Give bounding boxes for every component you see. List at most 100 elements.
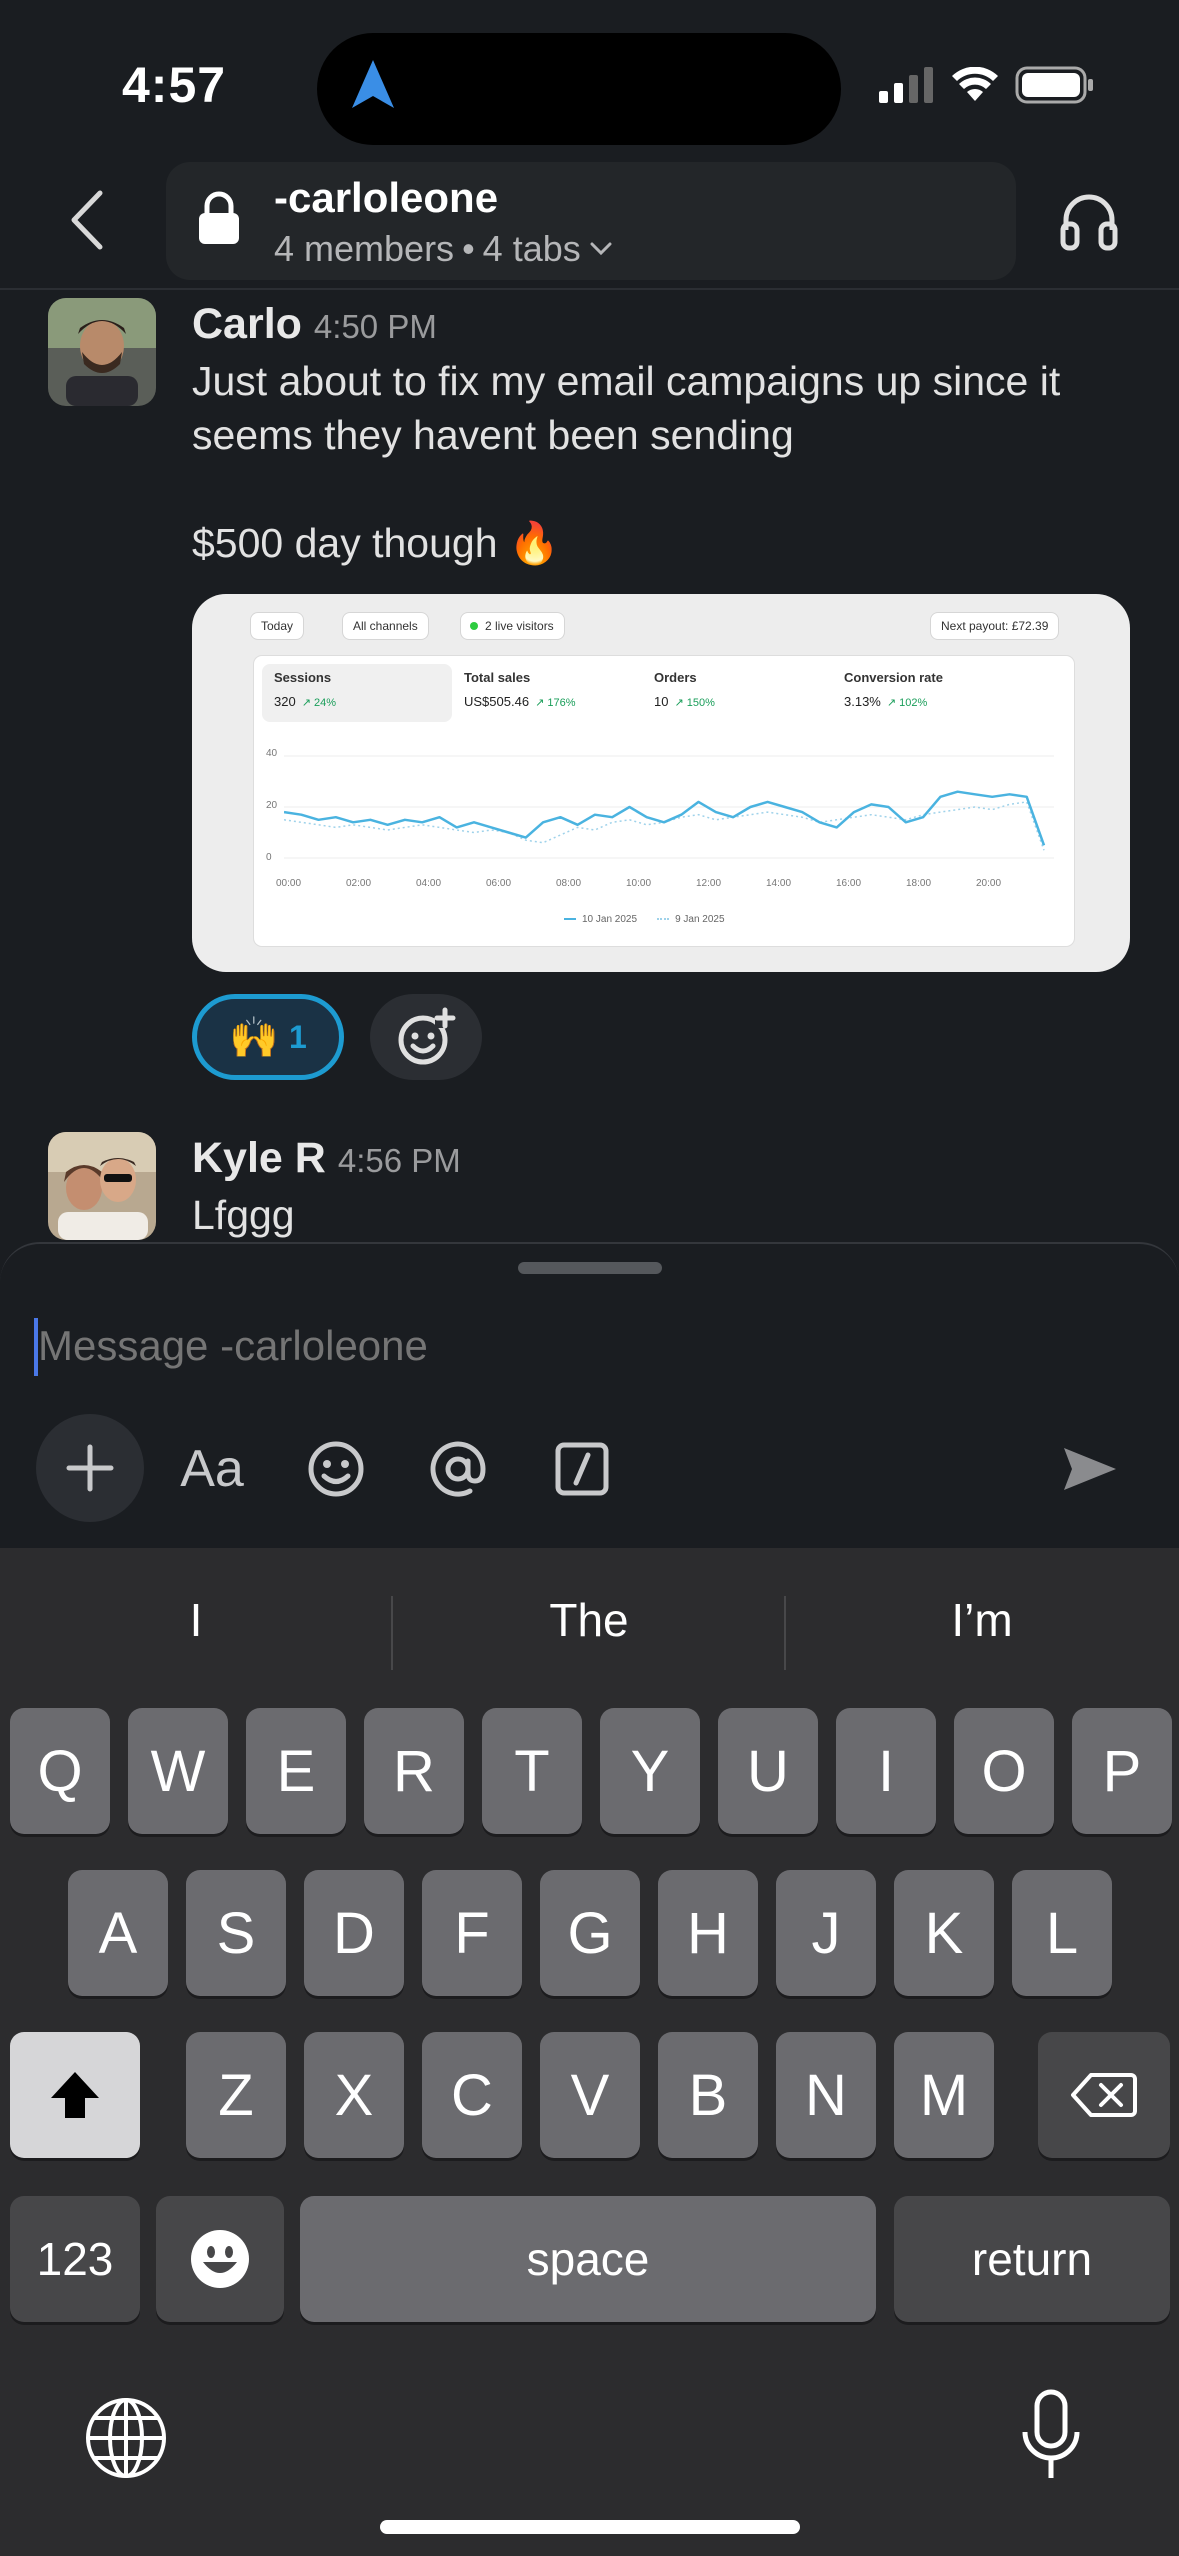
format-text-button[interactable]: Aa [170, 1414, 254, 1524]
metric-number: 320 [274, 694, 296, 709]
reaction-count: 1 [289, 1018, 307, 1055]
return-key[interactable]: return [894, 2196, 1170, 2322]
x-tick: 06:00 [486, 878, 512, 889]
backspace-icon [1071, 2073, 1137, 2117]
suggestion[interactable]: The [393, 1570, 785, 1670]
numbers-key[interactable]: 123 [10, 2196, 140, 2322]
delete-key[interactable] [1038, 2032, 1170, 2158]
message-author[interactable]: Kyle R 4:56 PM [192, 1134, 461, 1183]
key-n[interactable]: N [776, 2032, 876, 2158]
key-j[interactable]: J [776, 1870, 876, 1996]
message-body: Just about to fix my email campaigns up … [192, 354, 1060, 570]
author-name[interactable]: Carlo [192, 300, 302, 348]
status-bar: 4:57 [0, 0, 1179, 160]
mention-button[interactable] [420, 1414, 496, 1524]
microphone-icon[interactable] [1020, 2388, 1082, 2484]
author-name[interactable]: Kyle R [192, 1134, 326, 1182]
composer-drag-handle[interactable] [518, 1262, 662, 1274]
key-i[interactable]: I [836, 1708, 936, 1834]
location-arrow-icon [352, 60, 394, 108]
composer-toolbar: Aa [0, 1414, 1179, 1524]
slash-command-button[interactable] [544, 1414, 620, 1524]
message-composer: Aa [0, 1242, 1179, 1548]
live-dot-icon [470, 622, 478, 630]
back-chevron-icon[interactable] [62, 185, 112, 255]
battery-icon [1015, 66, 1093, 104]
legend-label: 10 Jan 2025 [582, 914, 638, 925]
metric-value: 10 ↗ 150% [654, 694, 715, 709]
key-b[interactable]: B [658, 2032, 758, 2158]
x-tick: 02:00 [346, 878, 372, 889]
key-t[interactable]: T [482, 1708, 582, 1834]
shift-icon [51, 2072, 99, 2118]
channel-info-button[interactable]: -carloleone 4 members • 4 tabs [166, 162, 1016, 280]
key-q[interactable]: Q [10, 1708, 110, 1834]
key-l[interactable]: L [1012, 1870, 1112, 1996]
key-r[interactable]: R [364, 1708, 464, 1834]
add-reaction-button[interactable] [370, 994, 482, 1080]
send-button[interactable] [1050, 1414, 1130, 1524]
key-w[interactable]: W [128, 1708, 228, 1834]
key-y[interactable]: Y [600, 1708, 700, 1834]
legend-previous: 9 Jan 2025 [657, 914, 725, 925]
home-indicator[interactable] [380, 2520, 800, 2534]
suggestion[interactable]: I’m [786, 1570, 1178, 1670]
reaction-pill[interactable]: 🙌 1 [192, 994, 344, 1080]
x-tick: 12:00 [696, 878, 722, 889]
key-s[interactable]: S [186, 1870, 286, 1996]
message-list[interactable]: Carlo 4:50 PM Just about to fix my email … [0, 292, 1179, 1242]
huddle-headphones-icon[interactable] [1058, 190, 1120, 252]
metric-value: US$505.46 ↗ 176% [464, 694, 575, 709]
key-k[interactable]: K [894, 1870, 994, 1996]
raised-hands-emoji: 🙌 [229, 1015, 279, 1060]
key-o[interactable]: O [954, 1708, 1054, 1834]
message-input[interactable] [38, 1316, 1038, 1376]
key-z[interactable]: Z [186, 2032, 286, 2158]
live-visitors-label: 2 live visitors [485, 619, 554, 633]
key-d[interactable]: D [304, 1870, 404, 1996]
key-c[interactable]: C [422, 2032, 522, 2158]
suggestion[interactable]: I [0, 1570, 392, 1670]
key-x[interactable]: X [304, 2032, 404, 2158]
emoji-button[interactable] [298, 1414, 374, 1524]
predictive-bar: I The I’m [0, 1570, 1179, 1670]
emoji-key[interactable] [156, 2196, 284, 2322]
status-icons [879, 66, 1095, 104]
y-tick: 20 [266, 800, 278, 811]
mention-icon [430, 1441, 486, 1497]
avatar-carlo[interactable] [48, 298, 156, 406]
avatar-kyle[interactable] [48, 1132, 156, 1240]
sessions-line-chart [284, 755, 1054, 859]
message-author[interactable]: Carlo 4:50 PM [192, 300, 437, 349]
key-h[interactable]: H [658, 1870, 758, 1996]
key-p[interactable]: P [1072, 1708, 1172, 1834]
metric-value: 3.13% ↗ 102% [844, 694, 927, 709]
key-v[interactable]: V [540, 2032, 640, 2158]
x-tick: 18:00 [906, 878, 932, 889]
key-f[interactable]: F [422, 1870, 522, 1996]
metric-number: US$505.46 [464, 694, 530, 709]
metric-number: 10 [654, 694, 669, 709]
metric-label: Total sales [464, 670, 531, 685]
key-g[interactable]: G [540, 1870, 640, 1996]
globe-icon[interactable] [84, 2396, 168, 2480]
chevron-down-icon [590, 242, 612, 256]
key-e[interactable]: E [246, 1708, 346, 1834]
slash-command-icon [555, 1442, 609, 1496]
add-reaction-icon [398, 1007, 456, 1065]
plus-icon [66, 1444, 114, 1492]
image-attachment[interactable]: Today All channels 2 live visitors Next … [192, 594, 1130, 972]
key-m[interactable]: M [894, 2032, 994, 2158]
chip-payout: Next payout: £72.39 [930, 612, 1060, 640]
x-tick: 10:00 [626, 878, 652, 889]
space-key[interactable]: space [300, 2196, 876, 2322]
cellular-signal-icon [879, 67, 933, 103]
status-time: 4:57 [122, 57, 227, 113]
chip-live-visitors: 2 live visitors [460, 612, 565, 640]
member-count: 4 members [274, 228, 455, 269]
shift-key[interactable] [10, 2032, 140, 2158]
attach-button[interactable] [36, 1414, 144, 1522]
key-u[interactable]: U [718, 1708, 818, 1834]
key-a[interactable]: A [68, 1870, 168, 1996]
series-current-line [284, 790, 1046, 846]
